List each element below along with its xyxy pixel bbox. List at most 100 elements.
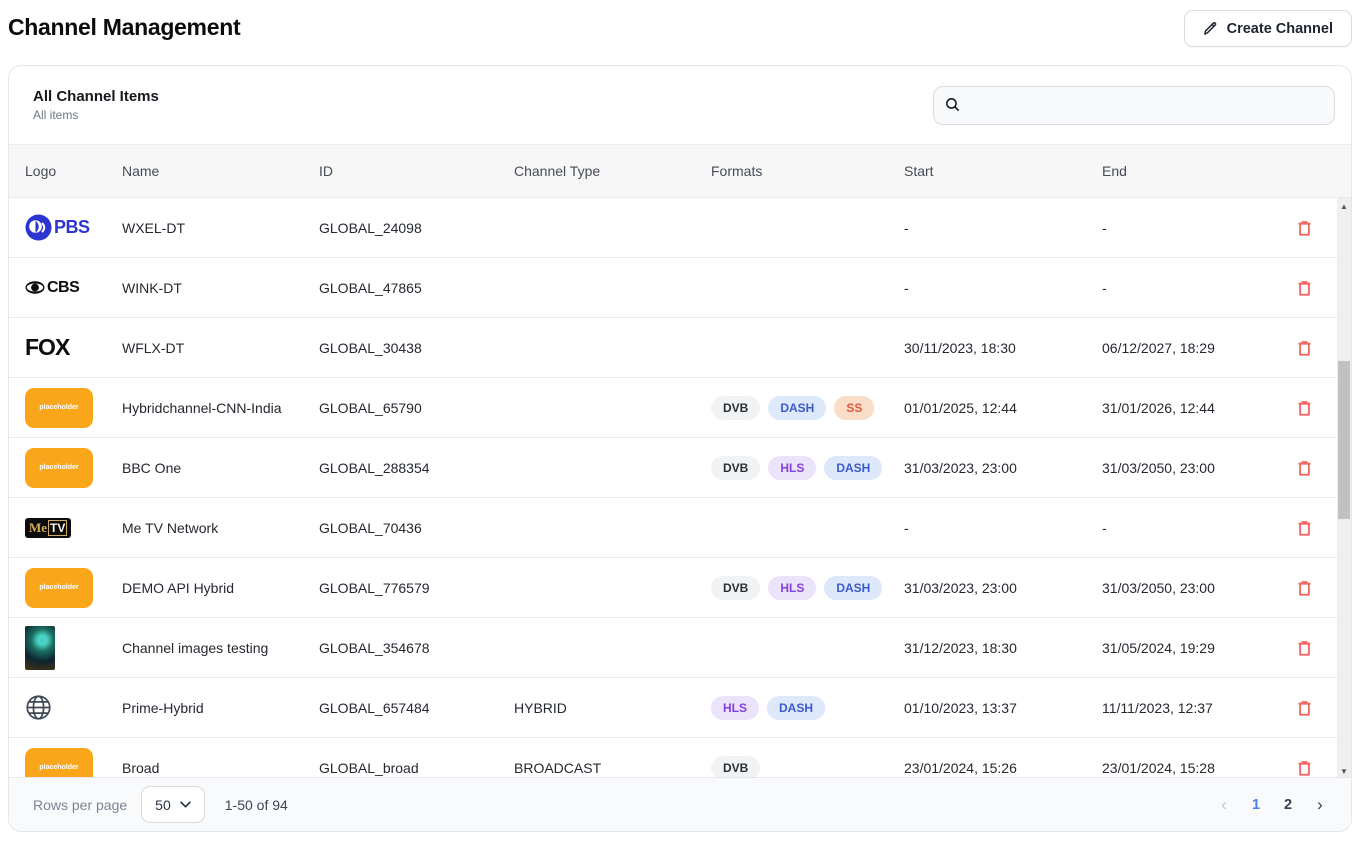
channel-image-logo (25, 626, 55, 670)
delete-channel-button[interactable] (1291, 334, 1318, 362)
delete-channel-button[interactable] (1291, 634, 1318, 662)
table-rows-container: PBSWXEL-DTGLOBAL_24098-- CBSWINK-DTGLOBA… (9, 198, 1337, 779)
column-header-channel-type[interactable]: Channel Type (514, 163, 711, 179)
column-header-formats[interactable]: Formats (711, 163, 904, 179)
channel-formats: DVBDASHSS (711, 396, 904, 420)
start-date: 01/10/2023, 13:37 (904, 700, 1102, 716)
rows-per-page-select[interactable]: 50 (141, 786, 205, 823)
delete-channel-button[interactable] (1291, 274, 1318, 302)
delete-channel-button[interactable] (1291, 694, 1318, 722)
channel-formats: HLSDASH (711, 696, 904, 720)
column-header-name[interactable]: Name (122, 163, 319, 179)
top-bar: Channel Management Create Channel (0, 0, 1360, 62)
end-date: 31/03/2050, 23:00 (1102, 460, 1272, 476)
end-date: - (1102, 220, 1272, 236)
end-date: 11/11/2023, 12:37 (1102, 700, 1272, 716)
channel-formats: DVBHLSDASH (711, 456, 904, 480)
delete-channel-button[interactable] (1291, 574, 1318, 602)
delete-channel-button[interactable] (1291, 454, 1318, 482)
delete-channel-button[interactable] (1291, 394, 1318, 422)
end-date: - (1102, 520, 1272, 536)
table-row[interactable]: placeholder DEMO API HybridGLOBAL_776579 D… (9, 558, 1337, 618)
end-date: 23/01/2024, 15:28 (1102, 760, 1272, 776)
channel-name: Broad (122, 760, 319, 776)
start-date: 23/01/2024, 15:26 (904, 760, 1102, 776)
channel-formats: DVB (711, 756, 904, 780)
start-date: 30/11/2023, 18:30 (904, 340, 1102, 356)
format-badge-hls: HLS (768, 456, 816, 480)
trash-icon (1295, 466, 1314, 481)
trash-icon (1295, 406, 1314, 421)
column-header-id[interactable]: ID (319, 163, 514, 179)
next-page-button[interactable]: › (1307, 792, 1333, 818)
table-row[interactable]: MeTVMe TV NetworkGLOBAL_70436-- (9, 498, 1337, 558)
channel-id: GLOBAL_broad (319, 760, 514, 776)
trash-icon (1295, 586, 1314, 601)
page-button-2[interactable]: 2 (1275, 792, 1301, 818)
channel-logo-cell: CBS (25, 279, 122, 297)
channel-name: Me TV Network (122, 520, 319, 536)
start-date: 31/12/2023, 18:30 (904, 640, 1102, 656)
search-box (933, 86, 1335, 125)
table-row[interactable]: Prime-HybridGLOBAL_657484HYBRIDHLSDASH01… (9, 678, 1337, 738)
table-row[interactable]: Channel images testingGLOBAL_35467831/12… (9, 618, 1337, 678)
scrollbar-thumb[interactable] (1338, 361, 1350, 519)
table-row[interactable]: placeholderHybridchannel-CNN-IndiaGLOBAL… (9, 378, 1337, 438)
chevron-down-icon (180, 801, 191, 808)
end-date: 31/03/2050, 23:00 (1102, 580, 1272, 596)
globe-icon (25, 694, 52, 721)
table-row[interactable]: CBSWINK-DTGLOBAL_47865-- (9, 258, 1337, 318)
channel-id: GLOBAL_70436 (319, 520, 514, 536)
channel-name: Prime-Hybrid (122, 700, 319, 716)
pagination: ‹ 1 2 › (1211, 792, 1333, 818)
metv-logo: MeTV (25, 518, 71, 538)
trash-icon (1295, 706, 1314, 721)
start-date: 31/03/2023, 23:00 (904, 580, 1102, 596)
page-button-1[interactable]: 1 (1243, 792, 1269, 818)
pencil-icon (1203, 21, 1218, 36)
rows-per-page-label: Rows per page (33, 797, 127, 813)
channel-id: GLOBAL_47865 (319, 280, 514, 296)
table-row[interactable]: FOXWFLX-DTGLOBAL_3043830/11/2023, 18:300… (9, 318, 1337, 378)
column-header-start[interactable]: Start (904, 163, 1102, 179)
scrollbar-up-arrow[interactable]: ▲ (1337, 198, 1351, 214)
format-badge-dash: DASH (824, 456, 882, 480)
channel-list-card: All Channel Items All items Logo Name ID… (8, 65, 1352, 832)
start-date: 01/01/2025, 12:44 (904, 400, 1102, 416)
channel-id: GLOBAL_354678 (319, 640, 514, 656)
create-channel-button[interactable]: Create Channel (1184, 10, 1352, 47)
vertical-scrollbar[interactable]: ▲ ▼ (1337, 198, 1351, 779)
page-title: Channel Management (8, 10, 240, 41)
channel-name: BBC One (122, 460, 319, 476)
search-input[interactable] (933, 86, 1335, 125)
channel-id: GLOBAL_776579 (319, 580, 514, 596)
channel-id: GLOBAL_30438 (319, 340, 514, 356)
fox-logo: FOX (25, 334, 69, 361)
column-header-logo[interactable]: Logo (25, 163, 122, 179)
rows-per-page-value: 50 (155, 797, 171, 813)
table-row[interactable]: placeholderBBC OneGLOBAL_288354DVBHLSDAS… (9, 438, 1337, 498)
channel-logo-cell: placeholder (25, 388, 122, 428)
table-row[interactable]: placeholderBroadGLOBAL_broadBROADCASTDVB… (9, 738, 1337, 779)
trash-icon (1295, 286, 1314, 301)
delete-channel-button[interactable] (1291, 214, 1318, 242)
channel-name: WINK-DT (122, 280, 319, 296)
channel-id: GLOBAL_24098 (319, 220, 514, 236)
delete-channel-button[interactable] (1291, 514, 1318, 542)
format-badge-dvb: DVB (711, 756, 760, 780)
channel-id: GLOBAL_65790 (319, 400, 514, 416)
table-row[interactable]: PBSWXEL-DTGLOBAL_24098-- (9, 198, 1337, 258)
channel-name: DEMO API Hybrid (122, 580, 319, 596)
start-date: 31/03/2023, 23:00 (904, 460, 1102, 476)
pagination-range-label: 1-50 of 94 (225, 797, 288, 813)
channel-name: WXEL-DT (122, 220, 319, 236)
format-badge-ss: SS (834, 396, 874, 420)
previous-page-button[interactable]: ‹ (1211, 792, 1237, 818)
channel-type: BROADCAST (514, 760, 711, 776)
channel-formats: DVBHLSDASH (711, 576, 904, 600)
placeholder-logo: placeholder (25, 568, 93, 608)
column-header-end[interactable]: End (1102, 163, 1272, 179)
delete-channel-button[interactable] (1291, 754, 1318, 780)
table-footer: Rows per page 50 1-50 of 94 ‹ 1 2 › (9, 777, 1351, 831)
channel-logo-cell: placeholder (25, 568, 122, 608)
